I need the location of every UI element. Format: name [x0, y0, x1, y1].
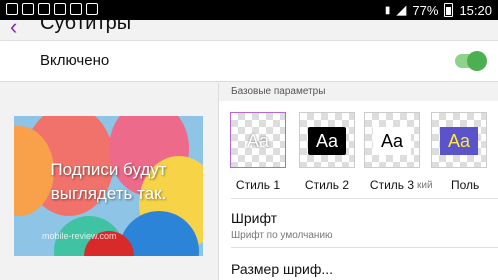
enable-switch[interactable] — [455, 51, 487, 71]
action-bar: ‹ Субтитры — [0, 20, 498, 40]
font-setting-row[interactable]: Шрифт Шрифт по умолчанию — [219, 199, 498, 247]
style-3-swatch[interactable]: Aa — [364, 112, 420, 168]
page-title: Субтитры — [40, 20, 132, 34]
style-prev-fragment: кий — [417, 180, 433, 191]
battery-icon — [444, 3, 454, 17]
preview-caption: Подписи будут выглядеть так. — [14, 158, 203, 206]
cast-icon — [22, 3, 34, 15]
status-bar: ▮ ◢ 77% 15:20 — [0, 0, 498, 20]
section-header-label: Базовые параметры — [231, 86, 326, 97]
signal-icon: ◢ — [396, 2, 407, 17]
font-title: Шрифт — [231, 210, 278, 226]
style-custom-text: Поль — [451, 178, 480, 192]
style-custom-sample: Aa — [440, 127, 478, 155]
preview-panel: Подписи будут выглядеть так. mobile-revi… — [0, 83, 218, 280]
style-3-sample: Aa — [373, 127, 411, 155]
font-value: Шрифт по умолчанию — [231, 230, 333, 241]
style-3-label: Стиль 3 — [369, 178, 415, 192]
settings-panel: Базовые параметры Aa Стиль 1 Aa Стиль 2 … — [219, 83, 498, 280]
style-custom-swatch[interactable]: Aa — [431, 112, 487, 168]
style-1-swatch[interactable]: Aa — [230, 112, 286, 168]
toggle-label: Включено — [40, 52, 110, 69]
style-option-custom[interactable]: Aa кий Поль — [417, 112, 491, 192]
bag-icon — [86, 3, 98, 15]
sim-icon: ▮ — [384, 4, 391, 16]
size-title: Размер шриф... — [231, 261, 334, 277]
gallery-icon — [6, 3, 18, 15]
style-option-3[interactable]: Aa Стиль 3 — [364, 112, 424, 192]
watermark: mobile-review.com — [42, 231, 117, 241]
switch-knob — [467, 51, 487, 71]
back-arrow-icon[interactable]: ‹ — [10, 20, 17, 40]
style-2-sample: Aa — [308, 127, 346, 155]
image-icon — [70, 3, 82, 15]
style-carousel[interactable]: Aa Стиль 1 Aa Стиль 2 Aa Стиль 3 Aa кий … — [219, 101, 498, 198]
screenshot-icon — [54, 3, 66, 15]
battery-percent: 77% — [412, 2, 439, 18]
caption-line-2: выглядеть так. — [50, 184, 167, 203]
clock: 15:20 — [459, 2, 492, 18]
style-1-sample: Aa — [246, 131, 270, 151]
style-2-swatch[interactable]: Aa — [299, 112, 355, 168]
style-2-label: Стиль 2 — [304, 178, 350, 192]
size-setting-row[interactable]: Размер шриф... — [219, 248, 498, 280]
notification-icons — [6, 3, 98, 15]
style-1-label: Стиль 1 — [235, 178, 281, 192]
style-option-1[interactable]: Aa Стиль 1 — [230, 112, 290, 192]
master-toggle-row[interactable]: Включено — [0, 40, 498, 82]
mail-icon — [38, 3, 50, 15]
section-header: Базовые параметры — [219, 83, 498, 101]
caption-preview: Подписи будут выглядеть так. mobile-revi… — [14, 116, 203, 256]
status-right: ▮ ◢ 77% 15:20 — [385, 2, 492, 18]
style-option-2[interactable]: Aa Стиль 2 — [299, 112, 359, 192]
caption-line-1: Подписи будут — [50, 160, 167, 179]
